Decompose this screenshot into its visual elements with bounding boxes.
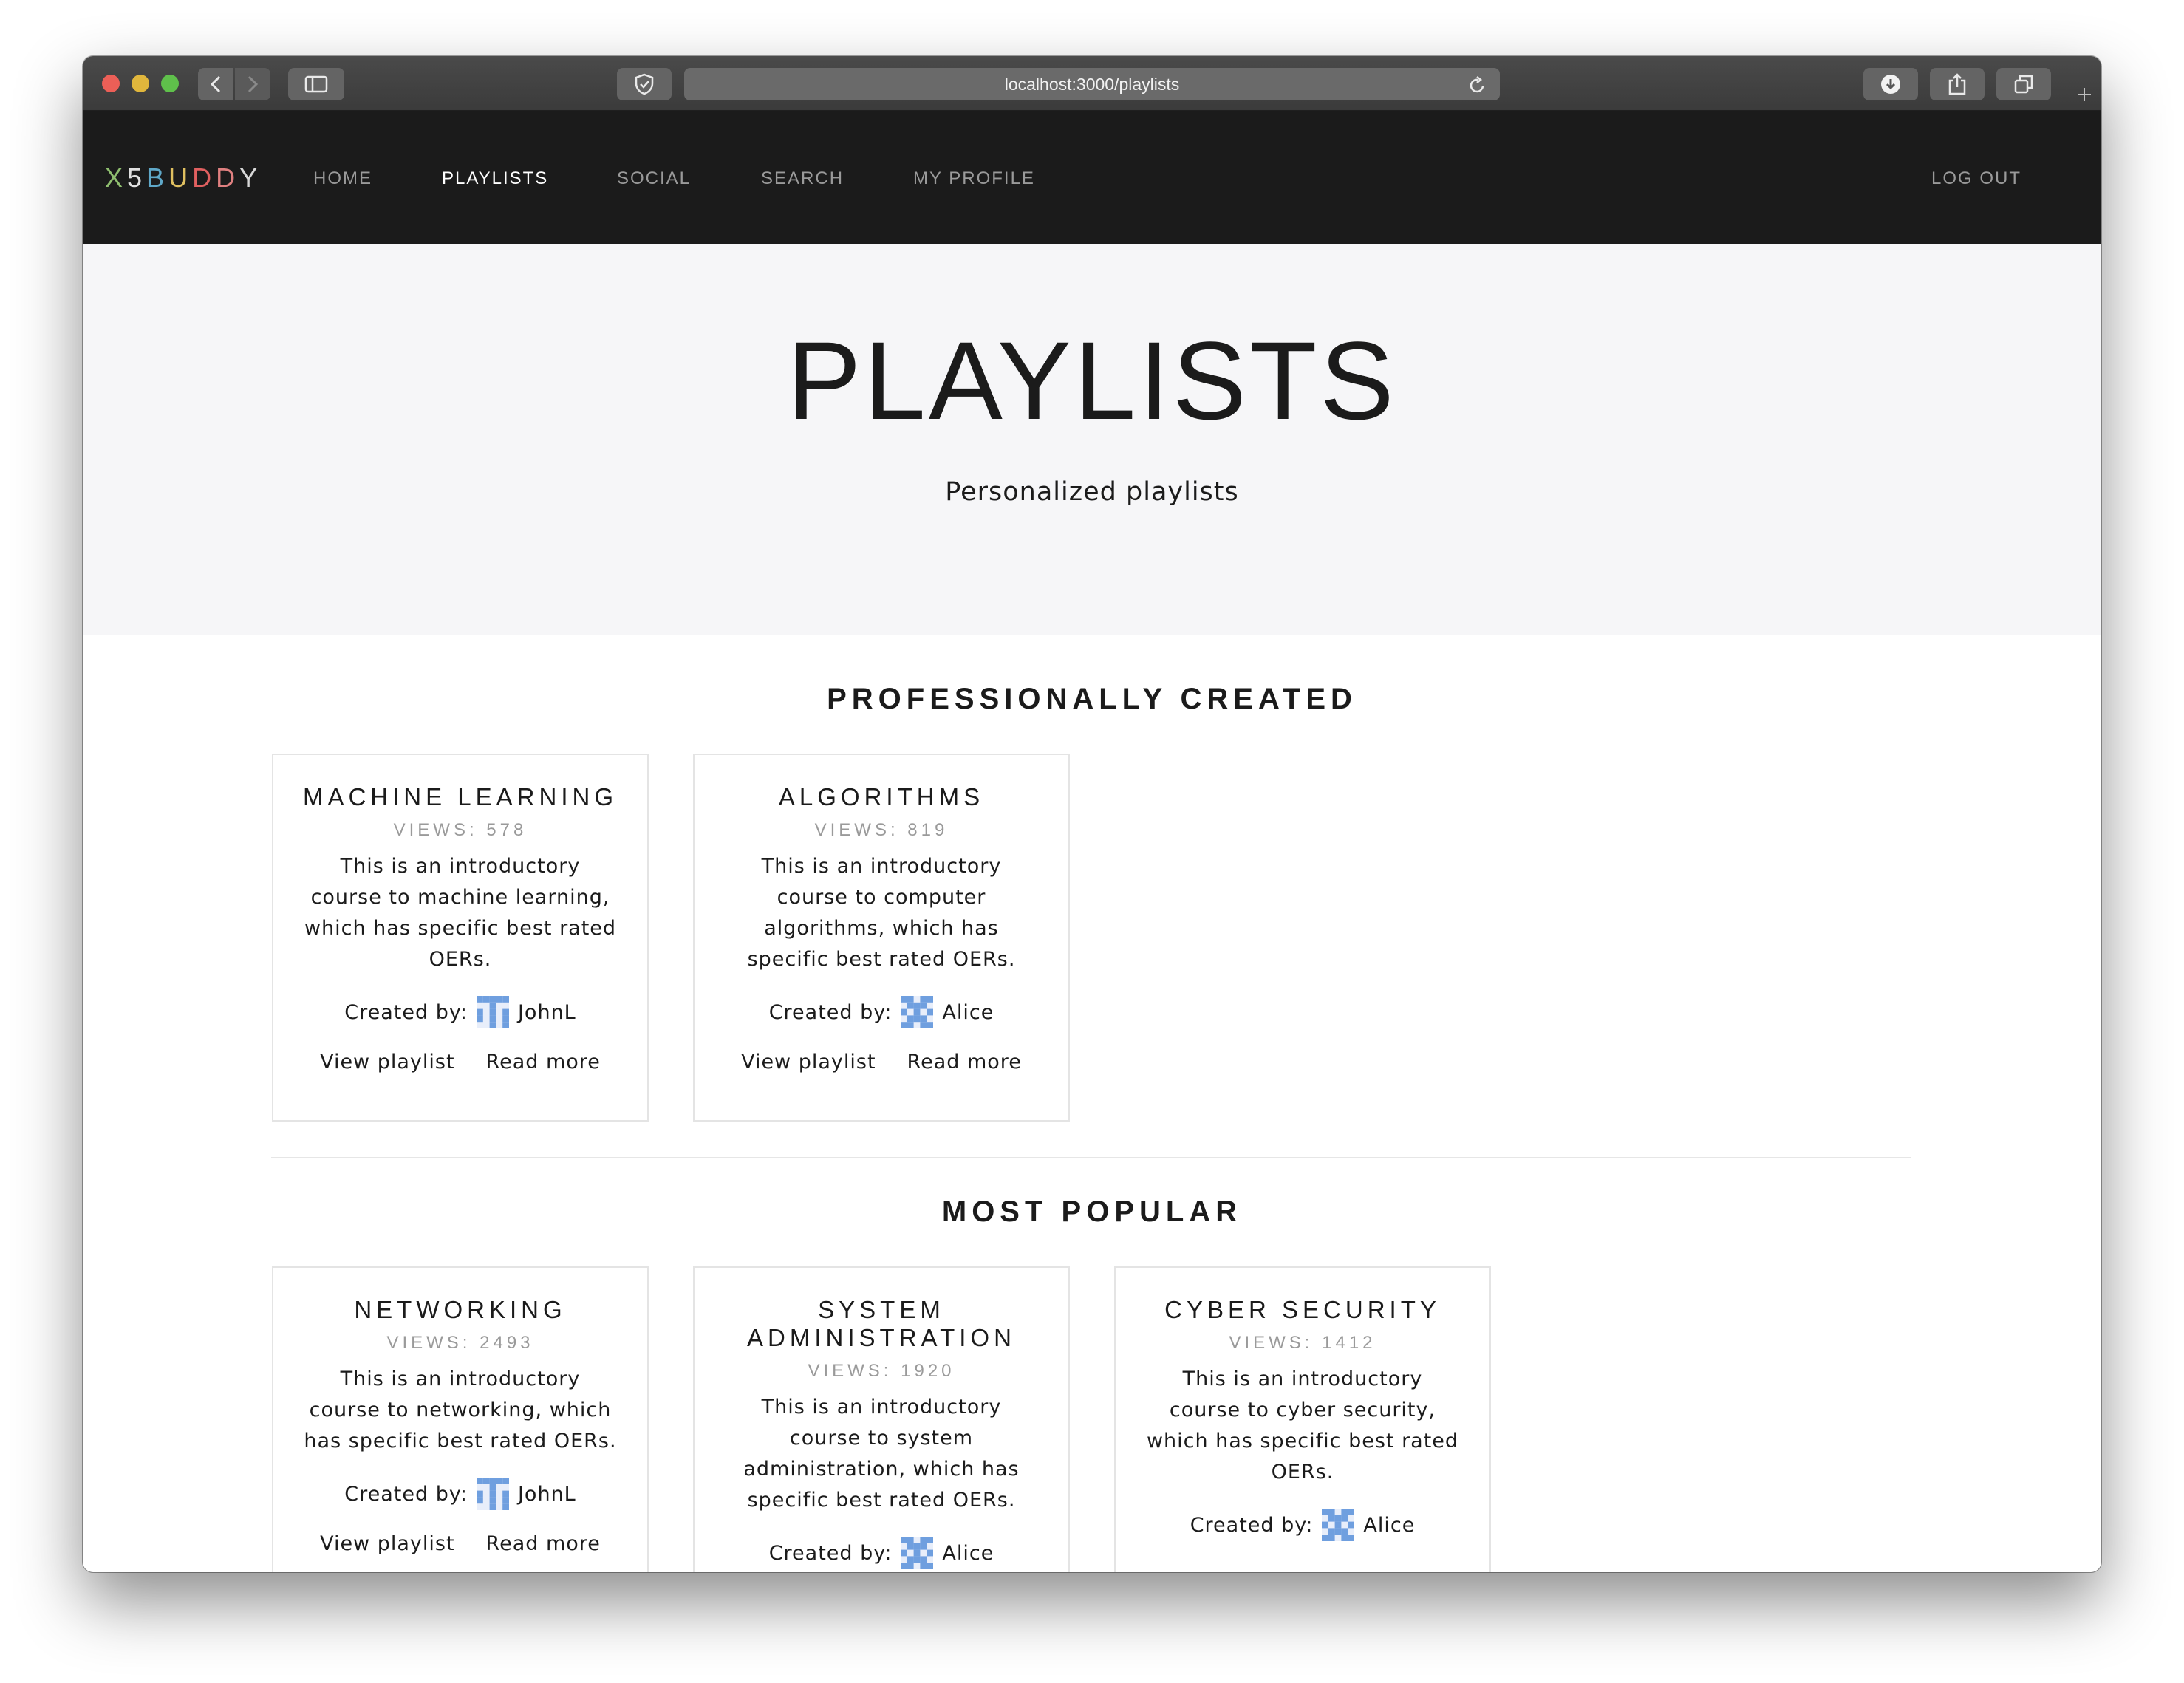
shield-icon xyxy=(635,73,654,95)
section-title-most-popular: MOST POPULAR xyxy=(941,1195,1243,1228)
playlist-views: VIEWS: 819 xyxy=(814,820,949,840)
reload-icon[interactable] xyxy=(1469,75,1487,95)
playlist-creator: Created by: Alice xyxy=(695,1537,1068,1569)
avatar-johnl-icon xyxy=(476,996,509,1028)
url-text: localhost:3000/playlists xyxy=(1004,74,1180,94)
avatar-alice-icon xyxy=(901,996,934,1028)
playlist-card: SYSTEM ADMINISTRATION VIEWS: 1920 This i… xyxy=(693,1266,1070,1572)
playlist-creator: Created by: JohnL xyxy=(273,996,647,1028)
nav-search[interactable]: SEARCH xyxy=(761,168,844,189)
playlist-description: This is an introductory course to networ… xyxy=(304,1368,617,1452)
created-by-label: Created by: xyxy=(344,1000,468,1024)
playlist-title: ALGORITHMS xyxy=(778,783,985,810)
playlist-card: MACHINE LEARNING VIEWS: 578 This is an i… xyxy=(272,754,649,1122)
brand-letter: 5 xyxy=(127,163,147,193)
share-icon xyxy=(1948,73,1966,95)
maximize-window-button[interactable] xyxy=(161,75,179,92)
playlist-creator: Created by: Alice xyxy=(695,996,1068,1028)
playlist-card: CYBER SECURITY VIEWS: 1412 This is an in… xyxy=(1114,1266,1491,1572)
playlist-description: This is an introductory course to system… xyxy=(743,1396,1020,1512)
read-more-link[interactable]: Read more xyxy=(486,1051,601,1073)
nav-home[interactable]: HOME xyxy=(313,168,372,189)
back-button[interactable] xyxy=(198,68,233,100)
brand-letter: U xyxy=(168,163,193,193)
section-title-professionally-created: PROFESSIONALLY CREATED xyxy=(827,683,1357,715)
forward-button[interactable] xyxy=(235,68,270,100)
playlist-title: SYSTEM ADMINISTRATION xyxy=(747,1296,1016,1351)
playlist-description: This is an introductory course to machin… xyxy=(304,855,617,971)
browser-window: localhost:3000/playlists X5BUDDY HOME PL… xyxy=(83,56,2101,1572)
playlist-views: VIEWS: 578 xyxy=(393,820,528,840)
playlist-title: CYBER SECURITY xyxy=(1164,1296,1441,1323)
read-more-link[interactable]: Read more xyxy=(486,1532,601,1555)
privacy-report-button[interactable] xyxy=(617,68,672,100)
creator-name[interactable]: Alice xyxy=(942,1001,994,1024)
playlist-views: VIEWS: 2493 xyxy=(386,1333,534,1353)
playlist-card: ALGORITHMS VIEWS: 819 This is an introdu… xyxy=(693,754,1070,1122)
tab-overview-button[interactable] xyxy=(1996,68,2051,100)
playlist-description: This is an introductory course to cyber … xyxy=(1146,1368,1459,1484)
card-actions: View playlist Read more xyxy=(695,1051,1068,1073)
share-button[interactable] xyxy=(1930,68,1985,100)
brand-letter: Y xyxy=(239,163,262,193)
playlist-views: VIEWS: 1412 xyxy=(1229,1333,1376,1353)
section-divider xyxy=(271,1157,1911,1158)
brand-letter: B xyxy=(146,163,169,193)
created-by-label: Created by: xyxy=(768,1541,893,1565)
playlist-creator: Created by: JohnL xyxy=(273,1478,647,1510)
card-actions: View playlist Read more xyxy=(273,1532,647,1555)
browser-toolbar: localhost:3000/playlists xyxy=(83,56,2101,111)
view-playlist-link[interactable]: View playlist xyxy=(741,1051,876,1073)
sidebar-icon xyxy=(304,75,328,93)
page-subtitle: Personalized playlists xyxy=(945,477,1239,507)
creator-name[interactable]: JohnL xyxy=(518,1483,576,1506)
brand-letter: D xyxy=(216,163,240,193)
playlist-title: NETWORKING xyxy=(354,1296,567,1323)
creator-name[interactable]: JohnL xyxy=(518,1001,576,1024)
read-more-link[interactable]: Read more xyxy=(907,1051,1022,1073)
playlist-title: MACHINE LEARNING xyxy=(302,783,618,810)
card-actions: View playlist Read more xyxy=(273,1051,647,1073)
created-by-label: Created by: xyxy=(768,1000,893,1024)
close-window-button[interactable] xyxy=(102,75,120,92)
nav-playlists[interactable]: PLAYLISTS xyxy=(442,168,548,189)
playlist-description: This is an introductory course to comput… xyxy=(747,855,1016,971)
view-playlist-link[interactable]: View playlist xyxy=(320,1051,454,1073)
chevron-left-icon xyxy=(210,75,221,93)
created-by-label: Created by: xyxy=(344,1482,468,1506)
playlist-card: NETWORKING VIEWS: 2493 This is an introd… xyxy=(272,1266,649,1572)
avatar-johnl-icon xyxy=(476,1478,509,1510)
page-header: PLAYLISTS Personalized playlists xyxy=(83,244,2101,635)
creator-name[interactable]: Alice xyxy=(942,1542,994,1565)
brand-letter: D xyxy=(192,163,216,193)
page-title: PLAYLISTS xyxy=(787,318,1397,443)
playlist-creator: Created by: Alice xyxy=(1116,1509,1489,1541)
chevron-right-icon xyxy=(248,75,259,93)
view-playlist-link[interactable]: View playlist xyxy=(320,1532,454,1555)
created-by-label: Created by: xyxy=(1190,1513,1314,1537)
new-tab-button[interactable] xyxy=(2067,78,2101,111)
tabs-icon xyxy=(2014,75,2033,94)
nav-my-profile[interactable]: MY PROFILE xyxy=(913,168,1035,189)
sidebar-toggle-button[interactable] xyxy=(288,68,344,100)
downloads-button[interactable] xyxy=(1863,68,1918,100)
avatar-alice-icon xyxy=(901,1537,934,1569)
playlist-views: VIEWS: 1920 xyxy=(808,1361,955,1381)
minimize-window-button[interactable] xyxy=(132,75,149,92)
logout-button[interactable]: LOG OUT xyxy=(1931,168,2021,189)
creator-name[interactable]: Alice xyxy=(1363,1514,1415,1537)
address-bar[interactable]: localhost:3000/playlists xyxy=(684,68,1500,100)
nav-social[interactable]: SOCIAL xyxy=(617,168,691,189)
download-icon xyxy=(1881,75,1900,94)
brand-logo[interactable]: X5BUDDY xyxy=(105,163,262,194)
avatar-alice-icon xyxy=(1322,1509,1355,1541)
plus-icon xyxy=(2078,88,2091,101)
site-navbar: X5BUDDY HOME PLAYLISTS SOCIAL SEARCH MY … xyxy=(83,111,2101,244)
brand-letter: X xyxy=(105,163,128,193)
